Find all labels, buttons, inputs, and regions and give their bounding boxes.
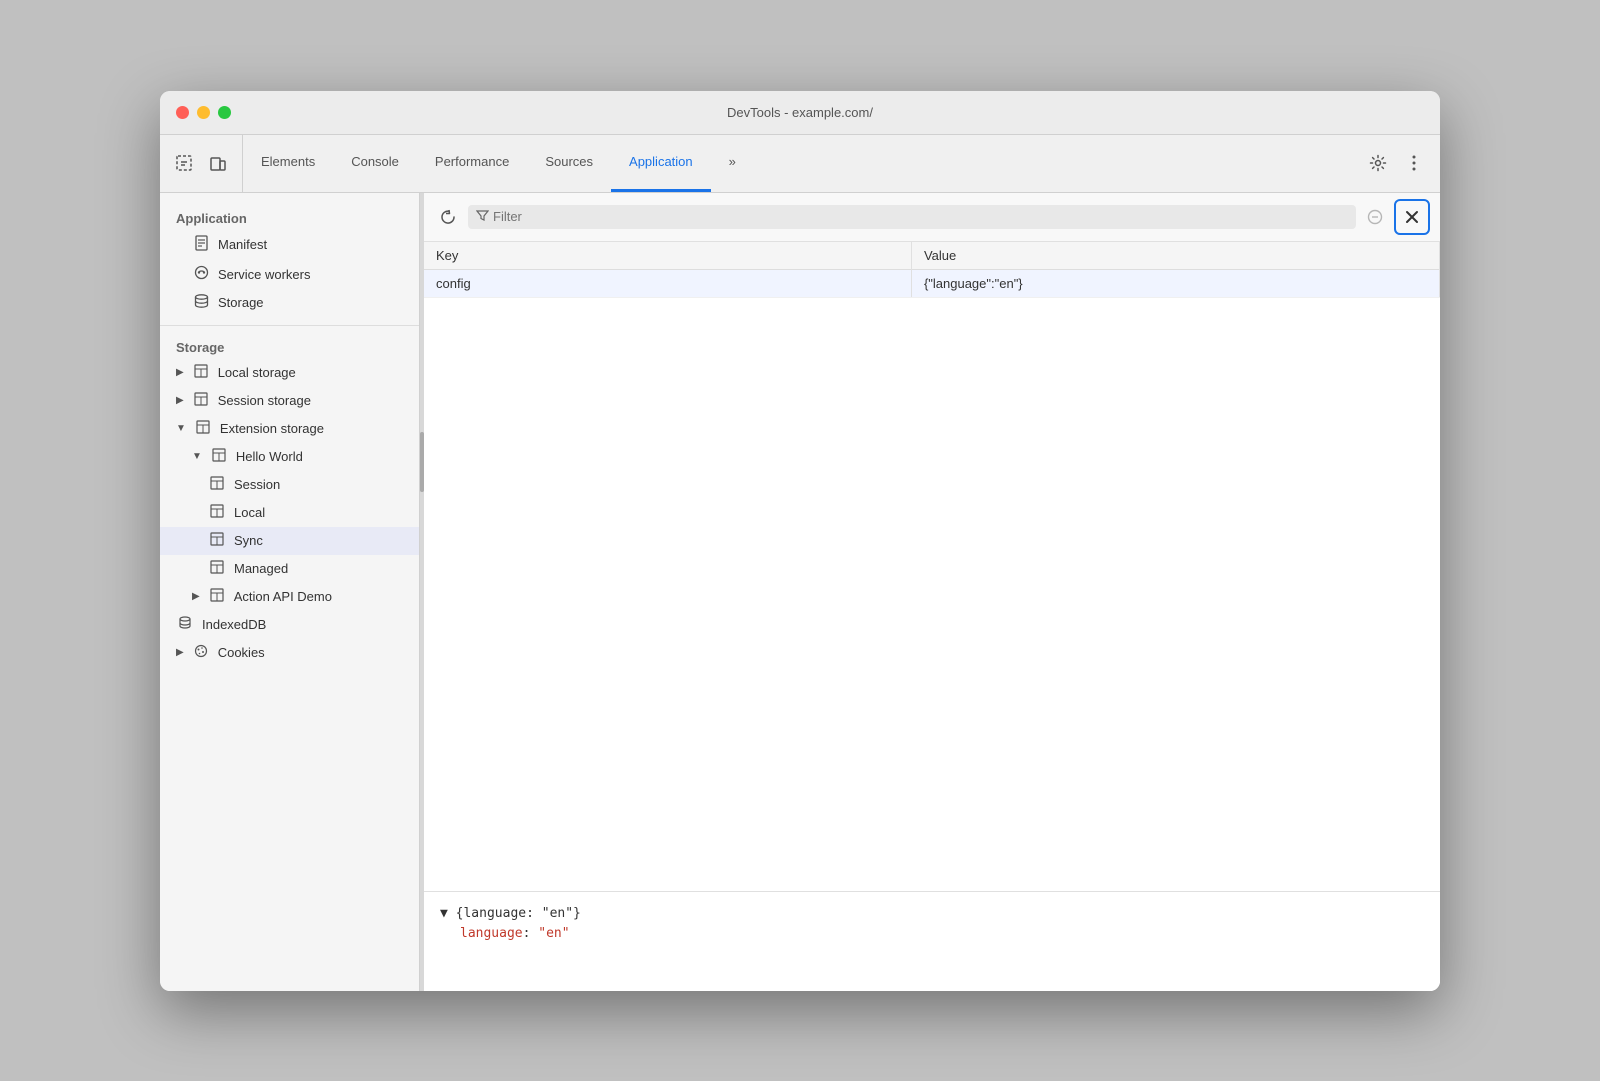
sync-icon xyxy=(208,532,226,550)
sidebar-item-label: IndexedDB xyxy=(202,617,266,632)
storage-app-icon xyxy=(192,294,210,312)
sidebar-item-hello-world[interactable]: ▼ Hello World xyxy=(160,443,419,471)
maximize-button[interactable] xyxy=(218,106,231,119)
table-row[interactable]: config {"language":"en"} xyxy=(424,269,1440,297)
window-title: DevTools - example.com/ xyxy=(727,105,873,120)
toolbar-right-icons xyxy=(1352,135,1440,192)
preview-panel: ▼ {language: "en"} language: "en" xyxy=(424,891,1440,991)
sidebar-item-label: Manifest xyxy=(218,237,267,252)
sidebar-item-label: Service workers xyxy=(218,267,310,282)
arrow-extension-storage: ▼ xyxy=(176,423,186,434)
manifest-icon xyxy=(192,235,210,255)
service-workers-icon xyxy=(192,265,210,284)
window-controls xyxy=(176,106,231,119)
sidebar-item-managed[interactable]: Managed xyxy=(160,555,419,583)
sidebar-item-session[interactable]: Session xyxy=(160,471,419,499)
refresh-button[interactable] xyxy=(434,203,462,231)
cookies-icon xyxy=(192,644,210,662)
storage-table: Key Value config {"language":"en"} xyxy=(424,242,1440,298)
hello-world-icon xyxy=(210,448,228,466)
sidebar-item-extension-storage[interactable]: ▼ Extension storage xyxy=(160,415,419,443)
sidebar-item-label: Local xyxy=(234,505,265,520)
tab-application[interactable]: Application xyxy=(611,135,711,192)
sidebar-item-local[interactable]: Local xyxy=(160,499,419,527)
arrow-action-api-demo: ▶ xyxy=(192,591,200,602)
inspect-element-button[interactable] xyxy=(168,147,200,179)
sidebar-item-label: Session storage xyxy=(218,393,311,408)
sidebar-item-label: Extension storage xyxy=(220,421,324,436)
title-bar: DevTools - example.com/ xyxy=(160,91,1440,135)
arrow-hello-world: ▼ xyxy=(192,451,202,462)
sidebar-item-cookies[interactable]: ▶ Cookies xyxy=(160,639,419,667)
sidebar-item-storage-app[interactable]: Storage xyxy=(160,289,419,317)
local-icon xyxy=(208,504,226,522)
sidebar-item-label: Action API Demo xyxy=(234,589,332,604)
toolbar-left-icons xyxy=(160,135,243,192)
arrow-cookies: ▶ xyxy=(176,647,184,658)
filter-input-wrap xyxy=(468,205,1356,229)
main-content: Application Manifest xyxy=(160,193,1440,991)
filter-x-button[interactable] xyxy=(1394,199,1430,235)
sidebar-item-label: Storage xyxy=(218,295,264,310)
devtools-window: DevTools - example.com/ Elements xyxy=(160,91,1440,991)
preview-line-1: ▼ {language: "en"} xyxy=(440,904,1424,925)
arrow-session-storage: ▶ xyxy=(176,395,184,406)
local-storage-icon xyxy=(192,364,210,382)
arrow-local-storage: ▶ xyxy=(176,367,184,378)
tab-sources[interactable]: Sources xyxy=(527,135,611,192)
sidebar-item-label: Managed xyxy=(234,561,288,576)
filter-bar xyxy=(424,193,1440,242)
sidebar-item-action-api-demo[interactable]: ▶ Action API Demo xyxy=(160,583,419,611)
preview-colon: : xyxy=(523,926,539,941)
filter-funnel-icon xyxy=(476,209,489,225)
column-header-value: Value xyxy=(911,242,1439,270)
sidebar-item-indexeddb[interactable]: IndexedDB xyxy=(160,611,419,639)
more-options-button[interactable] xyxy=(1398,147,1430,179)
sidebar-item-local-storage[interactable]: ▶ Local storage xyxy=(160,359,419,387)
filter-input[interactable] xyxy=(493,209,1348,224)
session-icon xyxy=(208,476,226,494)
sidebar-section-application: Application xyxy=(160,205,419,230)
session-storage-icon xyxy=(192,392,210,410)
minimize-button[interactable] xyxy=(197,106,210,119)
sidebar-item-manifest[interactable]: Manifest xyxy=(160,230,419,260)
sidebar-scrollbar[interactable] xyxy=(420,193,424,991)
sidebar-item-service-workers[interactable]: Service workers xyxy=(160,260,419,289)
managed-icon xyxy=(208,560,226,578)
sidebar-section-storage: Storage xyxy=(160,334,419,359)
tabs-container: Elements Console Performance Sources App… xyxy=(243,135,1352,192)
right-panel: Key Value config {"language":"en"} ▼ xyxy=(424,193,1440,991)
settings-button[interactable] xyxy=(1362,147,1394,179)
extension-storage-icon xyxy=(194,420,212,438)
preview-line-2: language: "en" xyxy=(460,924,1424,945)
sidebar-item-label: Local storage xyxy=(218,365,296,380)
tab-performance[interactable]: Performance xyxy=(417,135,527,192)
preview-obj-expanded: ▼ {language: "en"} xyxy=(440,906,581,921)
preview-property-value: "en" xyxy=(538,926,569,941)
filter-no-entry-button[interactable] xyxy=(1362,204,1388,230)
sidebar-item-label: Sync xyxy=(234,533,263,548)
toolbar: Elements Console Performance Sources App… xyxy=(160,135,1440,193)
cell-value: {"language":"en"} xyxy=(911,269,1439,297)
tab-console[interactable]: Console xyxy=(333,135,417,192)
preview-property-key: language xyxy=(460,926,523,941)
close-button[interactable] xyxy=(176,106,189,119)
tab-elements[interactable]: Elements xyxy=(243,135,333,192)
sidebar-item-session-storage[interactable]: ▶ Session storage xyxy=(160,387,419,415)
device-toolbar-button[interactable] xyxy=(202,147,234,179)
sidebar-item-label: Hello World xyxy=(236,449,303,464)
tab-more[interactable]: » xyxy=(711,135,754,192)
sidebar-divider xyxy=(160,325,419,326)
sidebar-item-label: Cookies xyxy=(218,645,265,660)
table-header-row: Key Value xyxy=(424,242,1440,270)
sidebar-item-label: Session xyxy=(234,477,280,492)
action-api-demo-icon xyxy=(208,588,226,606)
sidebar: Application Manifest xyxy=(160,193,420,991)
indexeddb-icon xyxy=(176,616,194,634)
sidebar-item-sync[interactable]: Sync xyxy=(160,527,419,555)
column-header-key: Key xyxy=(424,242,911,270)
data-table: Key Value config {"language":"en"} xyxy=(424,242,1440,891)
cell-key: config xyxy=(424,269,911,297)
